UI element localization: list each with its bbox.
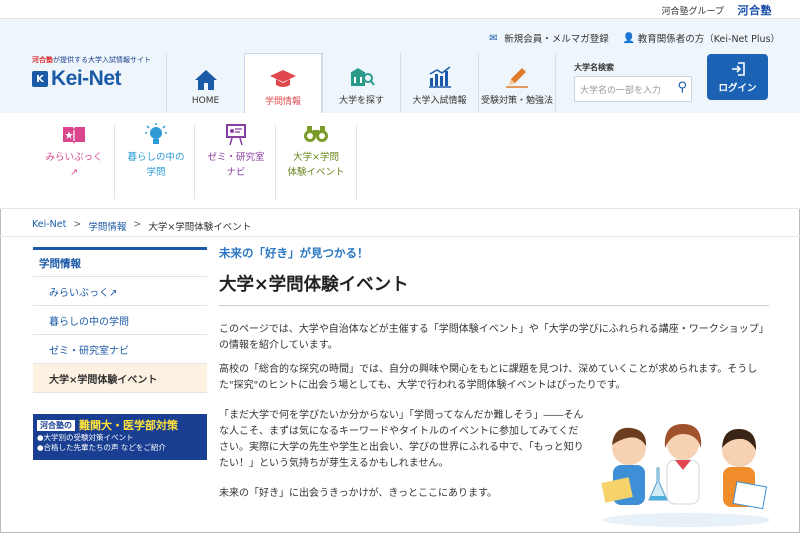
pencil-icon (503, 65, 531, 93)
sidebar-item-daily-life[interactable]: 暮らしの中の学問 (33, 306, 207, 335)
submenu-divider (356, 125, 357, 199)
sidebar-item-events[interactable]: 大学×学問体験イベント (33, 364, 207, 393)
signup-link[interactable]: ✉ 新規会員・メルマガ登録 (489, 31, 609, 45)
submenu-seminar-navi[interactable]: ゼミ・研究室 ナビ (196, 122, 276, 202)
elite-university-banner[interactable]: 河合塾の 難関大・医学部対策 ●大学別の受験対策イベント ●合格した先輩たちの声… (33, 414, 207, 460)
nav-exam-prep[interactable]: 受験対策・勉強法 (478, 53, 556, 113)
banner-title: 難関大・医学部対策 (79, 419, 178, 432)
search-placeholder: 大学名の一部を入力 (580, 85, 662, 96)
nav-home[interactable]: HOME (166, 53, 244, 113)
breadcrumb-home[interactable]: Kei-Net (32, 219, 66, 233)
educators-link[interactable]: 👤 教育関係者の方（Kei-Net Plus） (623, 31, 780, 45)
banner-kawai: 河合塾の (37, 419, 75, 431)
presentation-icon (222, 122, 250, 150)
university-search-icon (348, 65, 376, 93)
lightbulb-icon (142, 122, 170, 150)
home-icon (193, 68, 219, 96)
page-title: 大学×学問体験イベント (219, 271, 769, 306)
nav-find-university-label: 大学を探す (338, 96, 384, 106)
login-button[interactable]: ログイン (707, 54, 768, 100)
breadcrumb-current: 大学×学問体験イベント (148, 222, 252, 233)
group-text: 河合塾グループ (661, 7, 724, 17)
nav-home-label: HOME (191, 96, 220, 106)
inquiry-paragraph: 高校の「総合的な探究の時間」では、自分の興味や関心をもとに課題を見つけ、深めてい… (219, 364, 758, 391)
nav-admissions-label: 大学入試情報 (412, 96, 467, 106)
submenu-divider (194, 125, 195, 199)
submenu-events-line2: 体験イベント (287, 167, 345, 178)
utility-links: ✉ 新規会員・メルマガ登録 👤 教育関係者の方（Kei-Net Plus） (489, 31, 780, 45)
chevron-right-icon: > (133, 219, 142, 230)
sidebar-header[interactable]: 学問情報 (33, 247, 207, 277)
intro-paragraph: このページでは、大学や自治体などが主催する「学問体験イベント」や「大学の学びにふ… (219, 324, 769, 351)
academics-submenu: みらいぶっく ↗ 暮らしの中の 学問 ゼミ・研究室 ナビ 大学×学問 体験イベン… (0, 113, 800, 209)
book-icon (60, 122, 88, 150)
search-input[interactable]: 大学名の一部を入力 ⚲ (574, 76, 692, 102)
login-icon (730, 61, 746, 80)
sidebar-item-seminar-navi[interactable]: ゼミ・研究室ナビ (33, 335, 207, 364)
search-icon[interactable]: ⚲ (677, 80, 687, 95)
submenu-seminar-navi-line2: ナビ (226, 167, 246, 178)
logo-mark-icon: K (32, 71, 48, 87)
breadcrumb-academics[interactable]: 学問情報 (88, 219, 126, 233)
breadcrumb: Kei-Net > 学問情報 > 大学×学問体験イベント (32, 219, 251, 233)
search-label: 大学名検索 (574, 63, 614, 72)
submenu-daily-life-line2: 学問 (146, 167, 166, 178)
submenu-miraibook-label: みらいぶっく (45, 152, 103, 163)
banner-line1: ●大学別の受験対策イベント (37, 433, 134, 442)
bar-chart-icon (426, 65, 454, 93)
nav-academics[interactable]: 学問情報 (244, 53, 322, 114)
person-icon: 👤 (622, 32, 636, 44)
graduation-cap-icon (269, 66, 297, 94)
students-illustration (601, 424, 770, 527)
sidebar-item-miraibook[interactable]: みらいぶっく↗ (33, 277, 207, 306)
nav-admissions[interactable]: 大学入試情報 (400, 53, 478, 113)
site-logo[interactable]: 河合塾が提供する大学入試情報サイト K Kei-Net (32, 55, 162, 91)
submenu-daily-life-line1: 暮らしの中の (127, 152, 185, 163)
university-search: 大学名検索 大学名の一部を入力 ⚲ (574, 62, 692, 102)
sidebar: 学問情報 みらいぶっく↗ 暮らしの中の学問 ゼミ・研究室ナビ 大学×学問体験イベ… (33, 247, 207, 393)
mail-icon: ✉ (489, 32, 498, 44)
binoculars-icon (302, 122, 330, 150)
main-content: 未来の「好き」が見つかる！ 大学×学問体験イベント このページでは、大学や自治体… (219, 245, 769, 499)
encourage-paragraph: 「まだ大学で何を学びたいか分からない」「学問ってなんだか難しそう」――そんな人こ… (219, 410, 584, 469)
submenu-events-line1: 大学×学問 (293, 152, 339, 163)
kawaijuku-logo[interactable]: 河合塾 (738, 2, 773, 18)
submenu-seminar-navi-line1: ゼミ・研究室 (207, 152, 265, 163)
logo-tagline: 河合塾が提供する大学入試情報サイト (32, 56, 151, 64)
signup-label: 新規会員・メルマガ登録 (504, 34, 609, 45)
main-nav: HOME 学問情報 大学を探す 大学入試情報 受験対策・勉強法 (166, 53, 556, 114)
login-label: ログイン (718, 82, 757, 94)
logo-name: Kei-Net (51, 67, 122, 90)
site-header: ✉ 新規会員・メルマガ登録 👤 教育関係者の方（Kei-Net Plus） 河合… (0, 19, 800, 114)
educators-label: 教育関係者の方（Kei-Net Plus） (637, 34, 780, 45)
chevron-right-icon: > (73, 219, 82, 230)
group-bar: 河合塾グループ 河合塾 (0, 0, 800, 19)
nav-exam-prep-label: 受験対策・勉強法 (480, 96, 553, 106)
submenu-miraibook[interactable]: みらいぶっく ↗ (34, 122, 114, 202)
external-link-icon: ↗ (70, 167, 78, 178)
submenu-divider (114, 125, 115, 199)
nav-find-university[interactable]: 大学を探す (322, 53, 400, 113)
nav-academics-label: 学問情報 (264, 97, 301, 107)
submenu-daily-life[interactable]: 暮らしの中の 学問 (116, 122, 196, 202)
closing-paragraph: 未来の「好き」に出会うきっかけが、きっとここにあります。 (219, 488, 497, 499)
page-lead: 未来の「好き」が見つかる！ (219, 246, 369, 260)
banner-line2: ●合格した先輩たちの声 などをご紹介 (37, 443, 166, 452)
submenu-events[interactable]: 大学×学問 体験イベント (276, 122, 356, 202)
divider (0, 236, 800, 237)
